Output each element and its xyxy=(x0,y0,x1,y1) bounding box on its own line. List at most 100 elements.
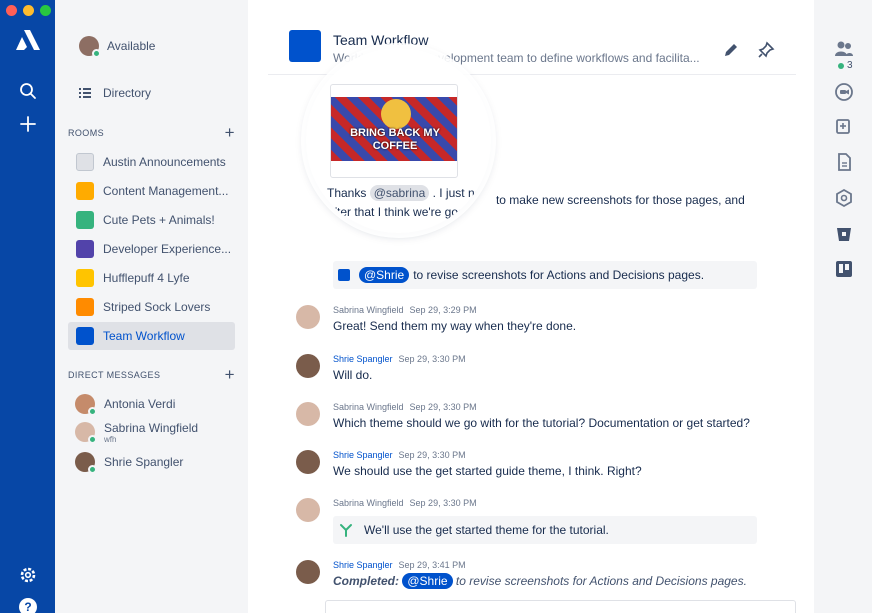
task-text: to revise screenshots for Actions and De… xyxy=(413,268,705,282)
rooms-heading: ROOMS xyxy=(68,128,105,138)
room-label: Striped Sock Lovers xyxy=(103,300,211,314)
message-text: We should use the get started guide them… xyxy=(333,464,642,478)
message-time: Sep 29, 3:30 PM xyxy=(398,354,466,364)
rooms-header: ROOMS + xyxy=(68,124,235,141)
first-message-line2: after that I think we're good to go. xyxy=(327,205,491,219)
dm-label: Shrie Spangler xyxy=(104,455,184,469)
document-icon[interactable] xyxy=(834,152,854,172)
room-label: Developer Experience... xyxy=(103,242,232,256)
decision-card: We'll use the get started theme for the … xyxy=(333,516,757,544)
add-room-icon[interactable]: + xyxy=(225,124,235,141)
pin-icon[interactable] xyxy=(756,40,776,60)
first-message-body: Thanks @sabrina . I just need xyxy=(327,185,491,201)
avatar[interactable] xyxy=(296,305,320,329)
gif-person xyxy=(381,99,411,129)
app-window: ? Available Directory ROOMS + Austin Ann… xyxy=(0,0,872,613)
sidebar-item-cute-pets[interactable]: Cute Pets + Animals! xyxy=(68,206,235,234)
global-nav: ? xyxy=(0,0,55,613)
settings-hex-icon[interactable] xyxy=(834,188,854,208)
room-label: Team Workflow xyxy=(103,329,185,343)
plus-icon[interactable] xyxy=(17,113,39,135)
message-time: Sep 29, 3:30 PM xyxy=(409,498,477,508)
message-author[interactable]: Sabrina Wingfield xyxy=(333,498,404,508)
pencil-icon[interactable] xyxy=(721,40,741,60)
sidebar: Available Directory ROOMS + Austin Annou… xyxy=(55,0,248,613)
gif-card[interactable]: BRING BACK MY COFFEE xyxy=(330,84,458,178)
sidebar-item-developer-experience[interactable]: Developer Experience... xyxy=(68,235,235,263)
dm-status: wfh xyxy=(104,434,117,444)
files-icon[interactable] xyxy=(834,117,854,137)
message-text: Great! Send them my way when they're don… xyxy=(333,319,577,333)
avatar xyxy=(75,452,97,474)
sidebar-item-content-management[interactable]: Content Management... xyxy=(68,177,235,205)
message-author[interactable]: Shrie Spangler xyxy=(333,560,393,570)
gif-caption: BRING BACK MY COFFEE xyxy=(331,127,457,153)
directory-link[interactable]: Directory xyxy=(79,86,151,100)
message-time: Sep 29, 3:41 PM xyxy=(398,560,466,570)
avatar[interactable] xyxy=(296,560,320,584)
list-icon xyxy=(79,88,91,98)
add-dm-icon[interactable]: + xyxy=(225,366,235,383)
avatar xyxy=(75,394,97,416)
participants-icon[interactable] xyxy=(834,39,854,59)
room-label: Hufflepuff 4 Lyfe xyxy=(103,271,190,285)
task-card: @Shrie to revise screenshots for Actions… xyxy=(333,261,757,289)
task-checkbox-icon[interactable] xyxy=(338,269,350,281)
sabrina-mention[interactable]: @sabrina xyxy=(369,185,430,201)
message-author[interactable]: Shrie Spangler xyxy=(333,354,393,364)
completed-text: Completed: @Shrie to revise screenshots … xyxy=(333,573,747,589)
trello-icon[interactable] xyxy=(834,259,854,279)
dm-label: Sabrina Wingfield xyxy=(104,420,199,435)
sidebar-item-striped-sock-lovers[interactable]: Striped Sock Lovers xyxy=(68,293,235,321)
question-icon[interactable]: ? xyxy=(17,596,39,613)
sidebar-item-austin-announcements[interactable]: Austin Announcements xyxy=(68,148,235,176)
completed-task-text: to revise screenshots for Actions and De… xyxy=(455,574,747,588)
sidebar-item-hufflepuff[interactable]: Hufflepuff 4 Lyfe xyxy=(68,264,235,292)
room-title: Team Workflow xyxy=(333,32,429,48)
user-status[interactable]: Available xyxy=(79,36,156,58)
avatar[interactable] xyxy=(296,354,320,378)
gear-icon[interactable] xyxy=(17,564,39,586)
message-meta: Sabrina Wingfield Sep 29, 3:29 PM xyxy=(333,305,477,315)
room-avatar-icon xyxy=(76,298,94,316)
dm-sabrina-wingfield[interactable]: Sabrina Wingfield wfh xyxy=(75,420,198,444)
dm-label: Antonia Verdi xyxy=(104,397,176,411)
dm-heading: DIRECT MESSAGES xyxy=(68,370,161,380)
message-meta: Sabrina Wingfield Sep 29, 3:30 PM xyxy=(333,498,477,508)
participants-count: 3 xyxy=(847,60,853,71)
shrie-mention[interactable]: @Shrie xyxy=(402,573,453,589)
room-label: Austin Announcements xyxy=(103,155,226,169)
gif-caption-line2: COFFEE xyxy=(372,140,418,152)
maximize-window-button[interactable] xyxy=(40,5,51,16)
search-icon[interactable] xyxy=(17,80,39,102)
status-label: Available xyxy=(107,39,156,53)
message-text: Which theme should we go with for the tu… xyxy=(333,416,750,430)
room-avatar-icon xyxy=(76,153,94,171)
dm-antonia-verdi[interactable]: Antonia Verdi xyxy=(75,392,175,416)
first-message-rest: . I just need xyxy=(432,186,491,200)
message-author[interactable]: Shrie Spangler xyxy=(333,450,393,460)
gif-caption-line1: BRING BACK MY xyxy=(350,127,440,139)
message-text: Will do. xyxy=(333,368,373,382)
dm-shrie-spangler[interactable]: Shrie Spangler xyxy=(75,450,183,474)
dm-header: DIRECT MESSAGES + xyxy=(68,366,235,383)
avatar[interactable] xyxy=(296,402,320,426)
minimize-window-button[interactable] xyxy=(23,5,34,16)
close-window-button[interactable] xyxy=(6,5,17,16)
shrie-mention[interactable]: @Shrie xyxy=(359,267,410,283)
sidebar-item-team-workflow[interactable]: Team Workflow xyxy=(68,322,235,350)
avatar[interactable] xyxy=(296,498,320,522)
message-author[interactable]: Sabrina Wingfield xyxy=(333,402,404,412)
room-avatar-icon xyxy=(76,240,94,258)
emoji-reaction[interactable] xyxy=(328,224,344,233)
message-composer[interactable] xyxy=(325,600,796,613)
message-author[interactable]: Sabrina Wingfield xyxy=(333,305,404,315)
avatar[interactable] xyxy=(296,450,320,474)
svg-text:?: ? xyxy=(24,600,31,613)
message-meta: Sabrina Wingfield Sep 29, 3:30 PM xyxy=(333,402,477,412)
app-logo[interactable] xyxy=(14,28,42,52)
bitbucket-icon[interactable] xyxy=(834,224,854,244)
room-avatar-icon xyxy=(76,211,94,229)
video-call-icon[interactable] xyxy=(834,82,854,102)
directory-label: Directory xyxy=(103,86,152,100)
